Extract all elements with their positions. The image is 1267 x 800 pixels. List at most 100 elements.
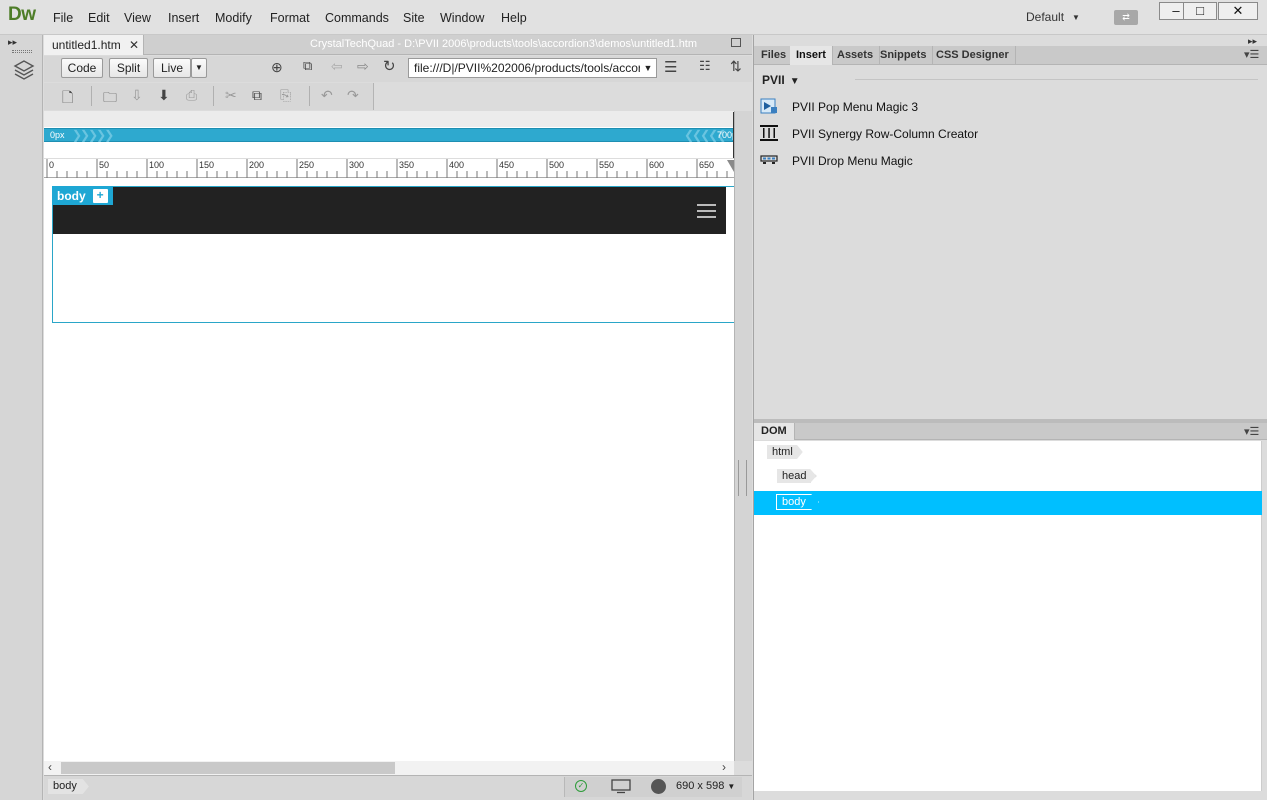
workspace-switcher[interactable]: Default ▼ <box>1026 10 1080 24</box>
print-icon[interactable]: ⎙ <box>186 87 197 104</box>
menu-window[interactable]: Window <box>440 11 484 25</box>
browse-bridge-icon[interactable]: ⇩ <box>131 87 143 104</box>
drop-menu-icon <box>760 155 778 164</box>
splitter-grip[interactable] <box>738 460 747 496</box>
menu-edit[interactable]: Edit <box>88 11 110 25</box>
menu-site[interactable]: Site <box>403 11 425 25</box>
tab-insert[interactable]: Insert <box>790 46 833 65</box>
sync-settings-icon[interactable]: ⇄ <box>1114 10 1138 25</box>
chevron-down-icon: ▼ <box>727 782 736 791</box>
check-icon[interactable]: ✓ <box>575 780 587 792</box>
viewport-width-bar[interactable]: 0px ❯❯❯❯❯ ❮❮❮❮❮ 700px <box>44 128 746 142</box>
forward-arrow-icon[interactable]: ⇨ <box>357 58 369 75</box>
visual-media-query-icon[interactable]: ☰ <box>664 58 677 76</box>
scroll-left-icon[interactable]: ‹ <box>48 760 52 774</box>
app-logo: Dw <box>8 4 36 25</box>
ruler-label: 100 <box>149 160 164 170</box>
scroll-right-icon[interactable]: › <box>722 760 726 774</box>
add-class-icon[interactable]: + <box>92 189 108 203</box>
ruler-label: 450 <box>499 160 514 170</box>
panel-options-icon[interactable]: ▾☰ <box>1244 425 1259 438</box>
inspect-icon[interactable]: ⊕ <box>271 59 283 76</box>
toolbar-divider <box>309 86 310 106</box>
element-display-badge[interactable]: body + <box>52 186 113 205</box>
new-document-icon[interactable]: 🗋 <box>62 87 73 111</box>
code-view-button[interactable]: Code <box>61 58 103 78</box>
document-tab-label: untitled1.htm <box>52 38 121 52</box>
ruler: 0501001502002503003504004505005506006507… <box>44 158 752 178</box>
menu-commands[interactable]: Commands <box>325 11 389 25</box>
globe-icon[interactable] <box>651 779 666 794</box>
screen-size-icon[interactable] <box>609 779 633 794</box>
menu-file[interactable]: File <box>53 11 73 25</box>
ruler-label: 0 <box>49 160 54 170</box>
paste-icon[interactable]: ⎘ <box>280 87 291 104</box>
code-navigator-icon[interactable]: ⧉ <box>303 58 312 74</box>
tab-assets[interactable]: Assets <box>831 46 881 65</box>
hamburger-menu-icon[interactable] <box>697 204 716 218</box>
live-options-dropdown[interactable]: ▼ <box>191 58 207 78</box>
save-icon[interactable]: ⬇ <box>158 87 170 104</box>
tab-files[interactable]: Files <box>755 46 794 65</box>
dom-row-selected[interactable] <box>754 491 1262 515</box>
insert-item-label: PVII Pop Menu Magic 3 <box>792 100 919 114</box>
insert-item-synergy-row-column[interactable]: PVII Synergy Row-Column Creator <box>760 124 1250 144</box>
document-tab[interactable]: untitled1.htm ✕ <box>44 35 144 55</box>
ruler-label: 200 <box>249 160 264 170</box>
insert-category-dropdown[interactable]: PVII ▼ <box>762 73 800 87</box>
menu-modify[interactable]: Modify <box>215 11 252 25</box>
dom-node-head[interactable]: head <box>777 469 817 483</box>
dom-node-body[interactable]: body <box>776 494 819 510</box>
restore-document-icon[interactable] <box>731 38 741 47</box>
ruler-label: 50 <box>99 160 109 170</box>
viewport-min-label: 0px <box>50 130 65 140</box>
ruler-label: 600 <box>649 160 664 170</box>
ruler-label: 250 <box>299 160 314 170</box>
panel-splitter[interactable] <box>734 111 752 761</box>
scrollbar-thumb[interactable] <box>61 762 395 774</box>
cut-icon[interactable]: ✂ <box>225 87 237 104</box>
menu-view[interactable]: View <box>124 11 151 25</box>
insert-item-pop-menu-magic[interactable]: PVII Pop Menu Magic 3 <box>760 97 1250 117</box>
menu-format[interactable]: Format <box>270 11 310 25</box>
live-view-button[interactable]: Live <box>153 58 191 78</box>
insert-item-label: PVII Drop Menu Magic <box>792 154 913 168</box>
tab-css-designer[interactable]: CSS Designer <box>930 46 1016 65</box>
tag-selector-body[interactable]: body <box>48 779 89 794</box>
page-navbar[interactable] <box>53 187 726 234</box>
chevron-down-icon[interactable]: ▼ <box>640 59 656 77</box>
file-transfer-icon[interactable]: ⇅ <box>730 58 742 75</box>
undo-icon[interactable]: ↶ <box>321 87 333 104</box>
split-view-button[interactable]: Split <box>109 58 148 78</box>
element-badge-label: body <box>57 189 86 203</box>
refresh-icon[interactable]: ↻ <box>383 57 396 75</box>
address-input[interactable]: file:///D|/PVII%202006/products/tools/ac… <box>408 58 657 78</box>
dom-node-html[interactable]: html <box>767 445 803 459</box>
insert-item-drop-menu-magic[interactable]: PVII Drop Menu Magic <box>760 151 1250 171</box>
toolbar-grip[interactable] <box>12 50 32 53</box>
toolbar-divider <box>213 86 214 106</box>
media-query-band <box>44 111 752 127</box>
panel-options-icon[interactable]: ▾☰ <box>1244 48 1259 61</box>
insert-item-label: PVII Synergy Row-Column Creator <box>792 127 979 141</box>
toolbar-divider <box>91 86 92 106</box>
close-icon[interactable]: ✕ <box>129 35 139 55</box>
window-size-readout[interactable]: 690 x 598 ▼ <box>676 780 735 792</box>
page-options-icon[interactable]: ☷ <box>699 58 711 74</box>
menu-help[interactable]: Help <box>501 11 527 25</box>
maximize-button[interactable]: □ <box>1183 2 1217 20</box>
copy-icon[interactable]: ⧉ <box>252 87 262 104</box>
menu-insert[interactable]: Insert <box>168 11 199 25</box>
back-arrow-icon[interactable]: ⇦ <box>331 58 343 75</box>
document-path: CrystalTechQuad - D:\PVII 2006\products\… <box>310 38 698 50</box>
workspace-label: Default <box>1026 10 1065 24</box>
open-folder-icon[interactable]: 🗀 <box>103 87 117 111</box>
dom-tab-bar <box>754 423 1267 440</box>
tab-snippets[interactable]: Snippets <box>874 46 934 65</box>
tab-dom[interactable]: DOM <box>754 423 795 440</box>
close-window-button[interactable]: ✕ <box>1218 2 1258 20</box>
redo-icon[interactable]: ↷ <box>347 87 359 104</box>
expand-panel-icon[interactable]: ▸▸ <box>8 37 17 48</box>
pop-menu-icon <box>760 98 777 114</box>
layers-icon[interactable] <box>12 58 36 82</box>
